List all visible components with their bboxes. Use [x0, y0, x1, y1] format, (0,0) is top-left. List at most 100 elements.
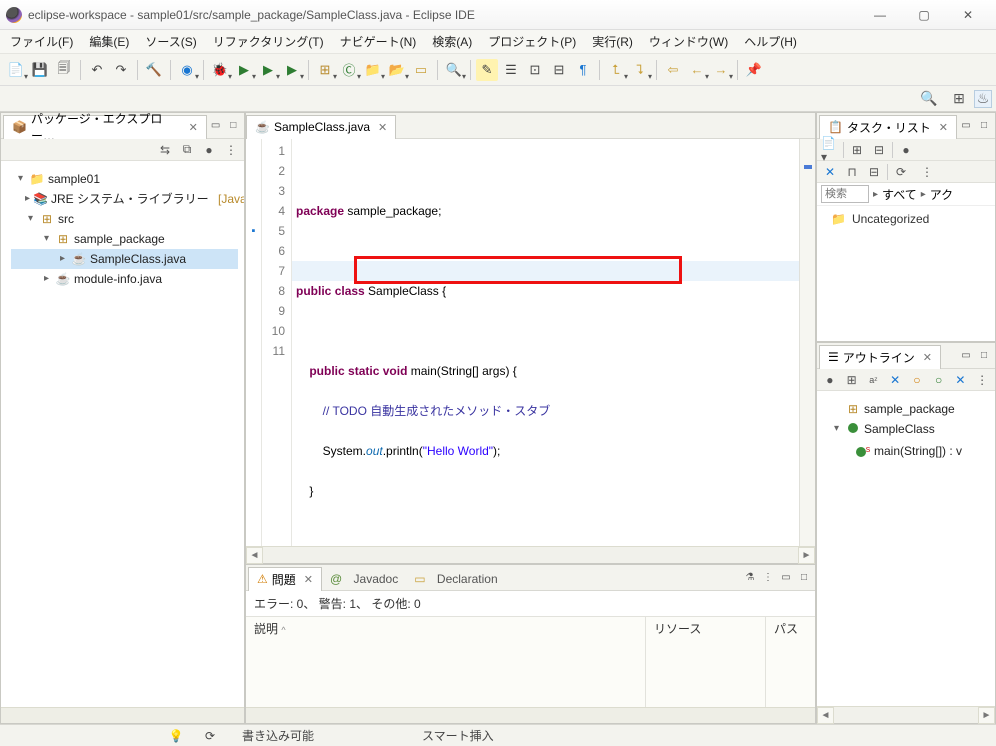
minimize-view-button[interactable]: ▭	[778, 570, 794, 586]
editor-tab-sampleclass[interactable]: ☕ SampleClass.java ✕	[246, 115, 396, 139]
problems-scroll[interactable]	[246, 707, 815, 723]
new-package-button[interactable]: ⊞	[314, 59, 336, 81]
task-filter-all[interactable]: すべて	[882, 186, 917, 203]
categorized-button[interactable]: ⊞	[848, 141, 866, 159]
new-task-button[interactable]: 📄▾	[821, 141, 839, 159]
undo-button[interactable]: ↶	[86, 59, 108, 81]
task-search-input[interactable]	[821, 185, 869, 203]
package-explorer-tree[interactable]: ▾📁sample01 ▸📚JRE システム・ライブラリー [JavaS ▾⊞sr…	[1, 161, 244, 707]
show-whitespace-button[interactable]: ⊡	[524, 59, 546, 81]
save-button[interactable]: 💾	[29, 59, 51, 81]
link-editor-button[interactable]: ⧉	[178, 141, 196, 159]
menu-window[interactable]: ウィンドウ(W)	[641, 30, 736, 53]
collapse-all-button[interactable]: ⇆	[156, 141, 174, 159]
task-filter-act[interactable]: アク	[930, 186, 953, 203]
quick-access-icon[interactable]: 🔍	[920, 90, 938, 108]
minimize-view-button[interactable]: ▭	[958, 348, 974, 364]
javadoc-tab[interactable]: @ Javadoc	[322, 567, 406, 591]
new-class-button[interactable]: Ⓒ	[338, 59, 360, 81]
editor-hscroll[interactable]: ◄ ►	[246, 546, 815, 563]
package-explorer-tab[interactable]: 📦 パッケージ・エクスプロー… ✕	[3, 115, 207, 139]
focus-task-button[interactable]: ●	[897, 141, 915, 159]
run-last-button[interactable]: ▶	[281, 59, 303, 81]
minimize-view-button[interactable]: ▭	[958, 118, 974, 134]
view-menu-button[interactable]: ⋮	[918, 163, 936, 181]
outline-method-main[interactable]: smain(String[]) : v	[827, 439, 989, 463]
tree-src[interactable]: ▾⊞src	[11, 209, 238, 229]
tree-file-moduleinfo[interactable]: ▸☕module-info.java	[11, 269, 238, 289]
last-edit-button[interactable]: ⇦	[662, 59, 684, 81]
close-icon[interactable]: ✕	[304, 573, 313, 586]
open-type-button[interactable]: 📁	[362, 59, 384, 81]
debug-button[interactable]: 🐞	[209, 59, 231, 81]
maximize-view-button[interactable]: □	[976, 118, 992, 134]
focus-button[interactable]: ●	[200, 141, 218, 159]
view-menu-button[interactable]: ⋮	[973, 371, 991, 389]
hide-fields-button[interactable]: ✕	[886, 371, 904, 389]
collapse-button[interactable]: ⊓	[843, 163, 861, 181]
outline-package[interactable]: ⊞sample_package	[827, 399, 989, 419]
build-button[interactable]: 🔨	[143, 59, 165, 81]
declaration-tab[interactable]: ▭ Declaration	[406, 567, 505, 591]
outline-tree[interactable]: ⊞sample_package ▾SampleClass smain(Strin…	[817, 391, 995, 706]
forward-button[interactable]: →	[710, 59, 732, 81]
open-perspective-button[interactable]: ⊞	[950, 90, 968, 108]
open-task-button[interactable]: 📂	[386, 59, 408, 81]
scroll-left-icon[interactable]: ◄	[817, 707, 834, 724]
toggle-word-wrap-button[interactable]: ⊟	[548, 59, 570, 81]
menu-search[interactable]: 検索(A)	[424, 30, 480, 53]
tasklist-tab[interactable]: 📋 タスク・リスト ✕	[819, 115, 957, 139]
hide-nonpublic-button[interactable]: ○	[930, 371, 948, 389]
new-button[interactable]: 📄	[5, 59, 27, 81]
tree-file-sampleclass[interactable]: ▸☕SampleClass.java	[11, 249, 238, 269]
close-icon[interactable]: ✕	[378, 121, 387, 134]
tree-project[interactable]: ▾📁sample01	[11, 169, 238, 189]
scroll-right-icon[interactable]: ►	[798, 547, 815, 564]
java-perspective-button[interactable]: ♨	[974, 90, 992, 108]
minimize-view-button[interactable]: ▭	[208, 118, 224, 134]
close-icon[interactable]: ✕	[189, 121, 198, 134]
maximize-view-button[interactable]: □	[976, 348, 992, 364]
toggle-mark-button[interactable]: ✎	[476, 59, 498, 81]
close-button[interactable]: ✕	[946, 1, 990, 29]
coverage-button[interactable]: ▶	[257, 59, 279, 81]
maximize-view-button[interactable]: □	[796, 570, 812, 586]
hide-local-button[interactable]: ✕	[952, 371, 970, 389]
status-tip-icon[interactable]: 💡	[168, 728, 184, 744]
menu-navigate[interactable]: ナビゲート(N)	[332, 30, 425, 53]
task-category-uncategorized[interactable]: 📁 Uncategorized	[821, 210, 991, 228]
menu-project[interactable]: プロジェクト(P)	[480, 30, 584, 53]
minimize-button[interactable]: —	[858, 1, 902, 29]
sort-button[interactable]: ⊞	[843, 371, 861, 389]
outline-class[interactable]: ▾SampleClass	[827, 419, 989, 439]
pilcrow-button[interactable]: ¶	[572, 59, 594, 81]
search-toolbar-button[interactable]: 🔍	[443, 59, 465, 81]
task-marker-icon[interactable]: ▪	[246, 221, 261, 241]
close-icon[interactable]: ✕	[939, 121, 948, 134]
save-all-button[interactable]: 🗐	[53, 59, 75, 81]
menu-edit[interactable]: 編集(E)	[81, 30, 137, 53]
col-path[interactable]: パス	[766, 617, 815, 707]
maximize-button[interactable]: ▢	[902, 1, 946, 29]
menu-help[interactable]: ヘルプ(H)	[736, 30, 805, 53]
tree-package[interactable]: ▾⊞sample_package	[11, 229, 238, 249]
annotation-next-button[interactable]: ⮧	[629, 59, 651, 81]
menu-run[interactable]: 実行(R)	[584, 30, 641, 53]
menu-file[interactable]: ファイル(F)	[2, 30, 81, 53]
overview-ruler[interactable]	[799, 139, 815, 546]
menu-refactor[interactable]: リファクタリング(T)	[205, 30, 332, 53]
hide-button[interactable]: ✕	[821, 163, 839, 181]
sync-button[interactable]: ⟳	[892, 163, 910, 181]
expand-button[interactable]: ⊟	[865, 163, 883, 181]
back-button[interactable]: ←	[686, 59, 708, 81]
col-resource[interactable]: リソース	[646, 617, 766, 707]
scroll-left-icon[interactable]: ◄	[246, 547, 263, 564]
hide-static-button[interactable]: ○	[908, 371, 926, 389]
code-content[interactable]: package sample_package; public class Sam…	[292, 139, 815, 546]
scheduled-button[interactable]: ⊟	[870, 141, 888, 159]
outline-tab[interactable]: ☰ アウトライン ✕	[819, 345, 941, 369]
scroll-right-icon[interactable]: ►	[978, 707, 995, 724]
tree-jre[interactable]: ▸📚JRE システム・ライブラリー [JavaS	[11, 189, 238, 209]
outline-hscroll[interactable]: ◄►	[817, 706, 995, 723]
col-description[interactable]: 説明 ^	[246, 617, 646, 707]
